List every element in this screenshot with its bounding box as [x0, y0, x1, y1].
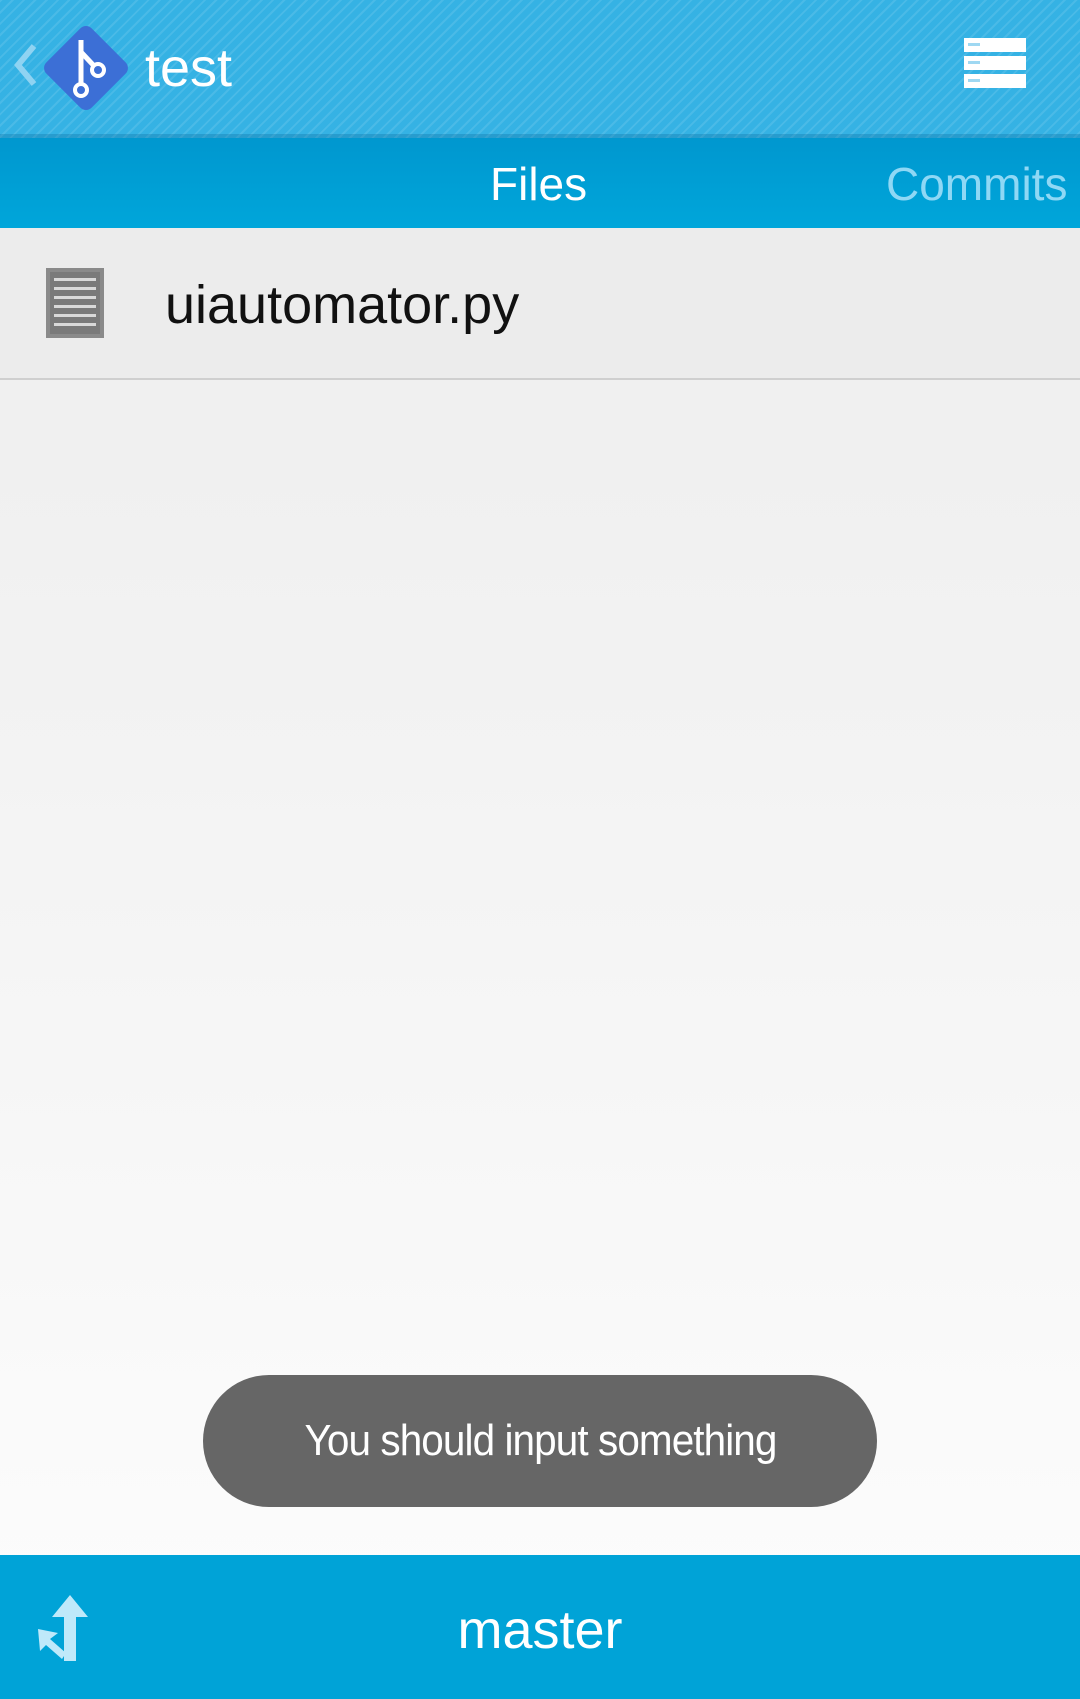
toast: You should input something [203, 1375, 877, 1507]
app-title: test [145, 38, 233, 98]
action-bar: test [0, 0, 1080, 138]
file-name: uiautomator.py [165, 275, 520, 335]
tab-commits[interactable]: Commits [886, 156, 1067, 212]
list-menu-icon[interactable] [960, 30, 1036, 106]
screen: test Files Commits uiautomator.py You sh… [0, 0, 1080, 1699]
branch-bar[interactable]: master [0, 1555, 1080, 1699]
toast-message: You should input something [304, 1416, 777, 1465]
branch-name: master [457, 1600, 623, 1660]
git-logo-icon[interactable] [36, 18, 136, 118]
tab-files[interactable]: Files [490, 156, 587, 212]
tab-strip: Files Commits [0, 138, 1080, 228]
document-icon [46, 268, 104, 338]
file-list-item[interactable]: uiautomator.py [0, 228, 1080, 380]
